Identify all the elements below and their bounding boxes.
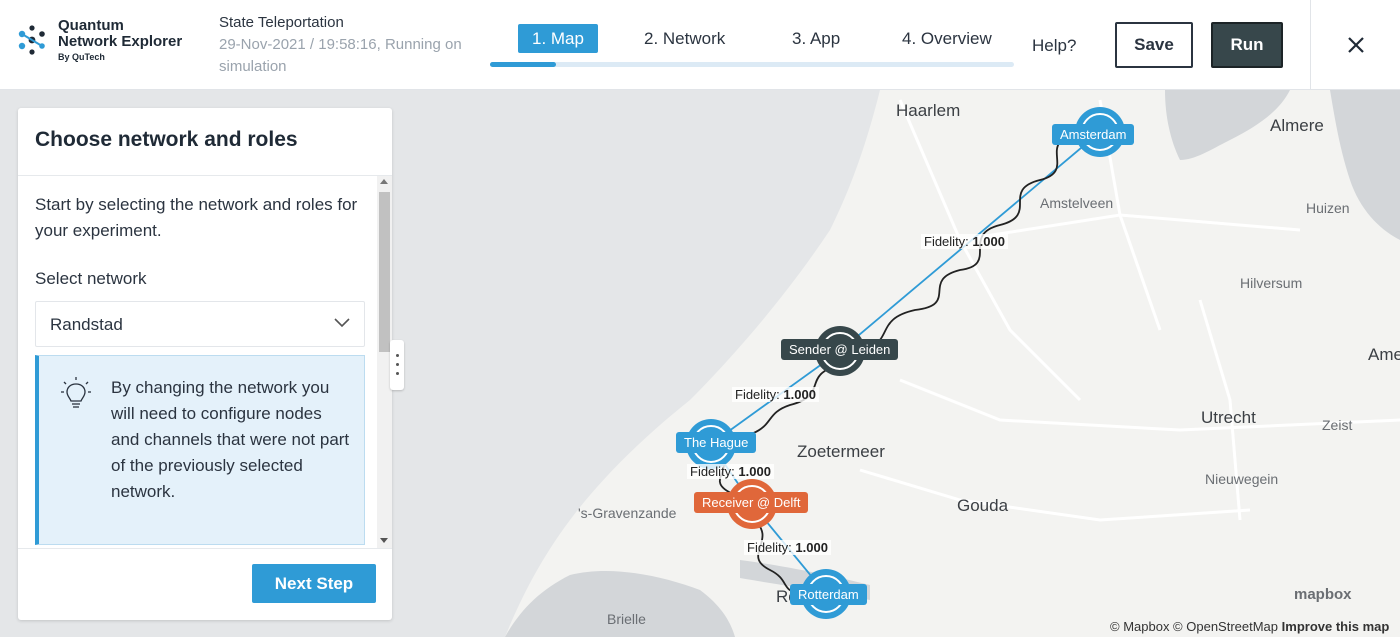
city-label: Nieuwegein: [1205, 471, 1279, 487]
fidelity-prefix: Fidelity:: [735, 387, 780, 402]
tab-network[interactable]: 2. Network: [644, 24, 725, 53]
attribution-text[interactable]: © Mapbox © OpenStreetMap: [1110, 619, 1278, 634]
fidelity-label-amsterdam-leiden: Fidelity: 1.000: [921, 234, 1008, 249]
scroll-thumb[interactable]: [379, 192, 390, 352]
fidelity-value: 1.000: [972, 234, 1005, 249]
save-button[interactable]: Save: [1115, 22, 1193, 68]
city-label: Amstelveen: [1040, 195, 1114, 211]
select-network-label: Select network: [35, 269, 147, 288]
divider: [18, 548, 392, 549]
mapbox-logo[interactable]: mapbox: [1294, 586, 1352, 603]
brand-line-2: Network Explorer: [58, 33, 183, 50]
city-label: Hilversum: [1240, 275, 1303, 291]
panel-intro-text: Start by selecting the network and roles…: [35, 195, 358, 240]
map-node-rotterdam-label[interactable]: Rotterdam: [790, 584, 867, 605]
brand-line-1: Quantum: [58, 17, 124, 34]
network-roles-panel: Choose network and roles Start by select…: [18, 108, 392, 620]
fidelity-prefix: Fidelity:: [924, 234, 969, 249]
close-icon: [1348, 37, 1364, 53]
quantum-network-logo-icon: [18, 25, 45, 55]
lightbulb-icon: [61, 377, 91, 408]
improve-map-link[interactable]: Improve this map: [1282, 619, 1390, 634]
tab-map[interactable]: 1. Map: [518, 24, 598, 53]
chevron-down-icon: [334, 318, 350, 328]
city-label: Haarlem: [896, 101, 961, 120]
divider: [18, 175, 392, 176]
fidelity-value: 1.000: [783, 387, 816, 402]
brand-by: By QuTech: [58, 52, 105, 62]
map-node-leiden-label[interactable]: Sender @ Leiden: [781, 339, 899, 360]
info-callout-text: By changing the network you will need to…: [111, 378, 350, 501]
tab-app[interactable]: 3. App: [792, 24, 840, 53]
fidelity-label-leiden-the-hague: Fidelity: 1.000: [732, 387, 819, 402]
brand-name: Quantum Network Explorer By QuTech: [58, 17, 183, 63]
close-button[interactable]: [1310, 0, 1400, 90]
panel-resize-handle[interactable]: [390, 340, 404, 390]
city-label: 's-Gravenzande: [578, 505, 677, 521]
fidelity-value: 1.000: [738, 464, 771, 479]
step-progress-bar: [490, 62, 1014, 67]
tab-overview[interactable]: 4. Overview: [902, 24, 992, 53]
city-label: Utrecht: [1201, 408, 1256, 427]
network-select-value: Randstad: [50, 315, 123, 334]
fidelity-prefix: Fidelity:: [690, 464, 735, 479]
panel-body: Start by selecting the network and roles…: [35, 192, 365, 545]
experiment-title: State Teleportation: [219, 14, 344, 31]
next-step-button[interactable]: Next Step: [252, 564, 376, 603]
city-label: Zeist: [1322, 417, 1353, 433]
step-progress-fill: [490, 62, 556, 67]
map-node-amsterdam-label[interactable]: Amsterdam: [1052, 124, 1135, 145]
fidelity-label-delft-rotterdam: Fidelity: 1.000: [744, 540, 831, 555]
city-label: Almere: [1270, 116, 1324, 135]
info-callout: By changing the network you will need to…: [35, 355, 365, 545]
help-link[interactable]: Help?: [1032, 36, 1076, 56]
run-button[interactable]: Run: [1211, 22, 1283, 68]
fidelity-prefix: Fidelity:: [747, 540, 792, 555]
city-label: Ame: [1368, 345, 1400, 364]
network-select[interactable]: Randstad: [35, 301, 365, 347]
app-header: Quantum Network Explorer By QuTech State…: [0, 0, 1400, 90]
city-label: Zoetermeer: [797, 442, 885, 461]
city-label: Huizen: [1306, 200, 1350, 216]
experiment-subtitle: 29-Nov-2021 / 19:58:16, Running on simul…: [219, 36, 462, 75]
city-label: Brielle: [607, 611, 646, 627]
fidelity-label-the-hague-delft: Fidelity: 1.000: [687, 464, 774, 479]
panel-title: Choose network and roles: [35, 128, 298, 151]
fidelity-value: 1.000: [795, 540, 828, 555]
map-node-the-hague-label[interactable]: The Hague: [676, 432, 757, 453]
scroll-down-arrow-icon[interactable]: [380, 538, 388, 543]
map-attribution: © Mapbox © OpenStreetMap Improve this ma…: [1110, 619, 1389, 634]
map-node-delft-label[interactable]: Receiver @ Delft: [694, 492, 809, 513]
city-label: Gouda: [957, 496, 1009, 515]
scroll-up-arrow-icon[interactable]: [380, 179, 388, 184]
